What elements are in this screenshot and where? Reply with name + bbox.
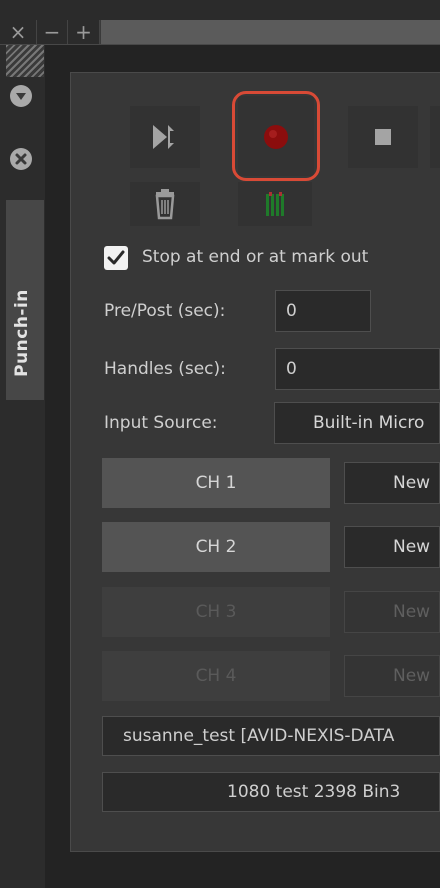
stop-at-end-label: Stop at end or at mark out bbox=[142, 247, 369, 267]
checkmark-icon bbox=[107, 250, 125, 265]
channel-4-track-select[interactable]: New bbox=[344, 655, 440, 697]
prepost-label: Pre/Post (sec): bbox=[104, 301, 226, 321]
record-focus-ring bbox=[232, 91, 320, 181]
channel-2-button[interactable]: CH 2 bbox=[102, 522, 330, 572]
stop-at-end-checkbox[interactable] bbox=[104, 246, 128, 270]
audio-meter-button[interactable] bbox=[238, 182, 312, 226]
trash-icon bbox=[155, 189, 175, 220]
delete-button[interactable] bbox=[130, 182, 200, 226]
toolbar-overflow bbox=[430, 106, 440, 168]
stop-icon bbox=[375, 129, 391, 145]
close-circle-icon[interactable] bbox=[10, 148, 32, 170]
channel-3-button[interactable]: CH 3 bbox=[102, 587, 330, 637]
handles-label: Handles (sec): bbox=[104, 359, 226, 379]
prepost-input[interactable]: 0 bbox=[275, 290, 371, 332]
channel-3-track-select[interactable]: New bbox=[344, 591, 440, 633]
channel-2-track-select[interactable]: New bbox=[344, 526, 440, 568]
stop-button[interactable] bbox=[348, 106, 418, 168]
workspace-select[interactable]: susanne_test [AVID-NEXIS-DATA bbox=[102, 716, 440, 756]
play-to-end-icon bbox=[153, 125, 174, 149]
input-source-label: Input Source: bbox=[104, 413, 218, 433]
channel-1-button[interactable]: CH 1 bbox=[102, 458, 330, 508]
channel-4-button[interactable]: CH 4 bbox=[102, 651, 330, 701]
bin-select[interactable]: 1080 test 2398 Bin3 bbox=[102, 772, 440, 812]
menu-dropdown-icon[interactable] bbox=[10, 85, 32, 107]
handles-input[interactable]: 0 bbox=[275, 348, 440, 390]
play-to-end-button[interactable] bbox=[130, 106, 200, 168]
minimize-window-button[interactable]: − bbox=[37, 20, 68, 44]
title-field bbox=[100, 20, 440, 44]
resize-grip[interactable] bbox=[6, 45, 44, 77]
sidebar bbox=[0, 45, 45, 888]
audio-meter-icon bbox=[266, 192, 284, 216]
tab-punch-in-label: Punch-in bbox=[12, 289, 32, 377]
maximize-window-button[interactable]: + bbox=[68, 20, 100, 44]
input-source-select[interactable]: Built-in Micro bbox=[274, 402, 440, 444]
window-titlebar: × − + bbox=[0, 0, 440, 45]
close-window-button[interactable]: × bbox=[0, 20, 37, 44]
channel-1-track-select[interactable]: New bbox=[344, 462, 440, 504]
